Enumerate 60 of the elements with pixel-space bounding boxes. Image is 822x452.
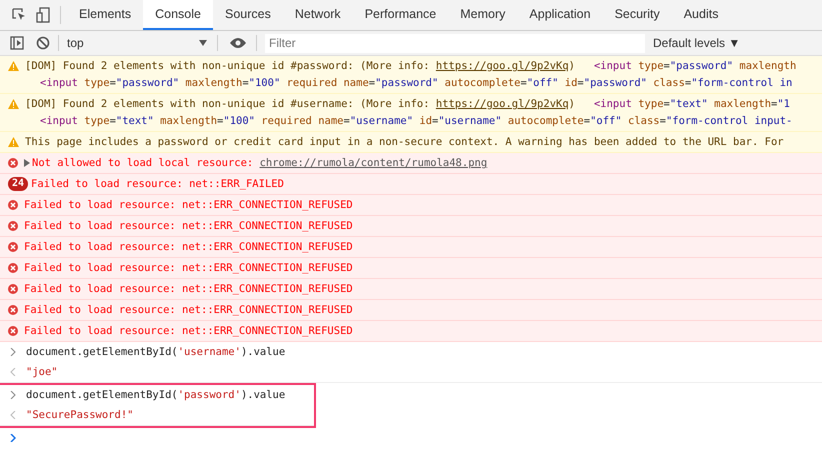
warning-icon <box>8 99 19 109</box>
error-icon <box>8 305 18 315</box>
code-snippet: <input type="password" maxlength="100" required name="password" autocomplete="off" id="password" class="form-control in <box>40 77 792 89</box>
resource-link[interactable]: https://goo.gl/9p2vKq <box>436 94 569 114</box>
code-snippet: <input type="password" maxlength <box>594 59 796 74</box>
console-prompt-icon[interactable] <box>10 434 16 442</box>
error-message: Failed to load resource: net::ERR_CONNECTION_REFUSED <box>24 303 353 318</box>
warning-message: This page includes a password or credit card input in a non-secure context. A warning has been added to the URL bar. For <box>25 135 784 150</box>
sidebar-toggle-icon[interactable] <box>10 36 24 50</box>
error-message: Failed to load resource: net::ERR_FAILED <box>31 177 284 192</box>
clear-console-icon[interactable] <box>36 36 50 50</box>
eye-icon[interactable] <box>230 38 246 48</box>
error-message: Failed to load resource: net::ERR_CONNECTION_REFUSED <box>24 219 353 234</box>
filter-field[interactable]: Filter <box>265 34 645 52</box>
panel-tab[interactable]: Security <box>602 0 672 30</box>
resource-link[interactable]: https://goo.gl/9p2vKq <box>436 56 569 76</box>
error-icon <box>8 284 18 294</box>
code-snippet: <input type="text" maxlength="100" required name="username" id="username" autocomplete="off" class="form-control input- <box>40 115 792 127</box>
error-icon <box>8 326 18 336</box>
panel-tab[interactable]: Application <box>517 0 603 30</box>
warning-message: ) <box>568 59 576 74</box>
error-icon <box>8 263 18 273</box>
panel-tab[interactable]: Network <box>282 0 353 30</box>
panel-tab[interactable]: Memory <box>448 0 518 30</box>
error-icon <box>8 242 18 252</box>
code-snippet: "joe" <box>26 365 58 380</box>
repeat-count-badge: 24 <box>8 177 28 191</box>
context-label: top <box>67 35 84 52</box>
panel-tab[interactable]: Sources <box>212 0 283 30</box>
warning-icon <box>8 137 19 147</box>
context-dropdown[interactable]: top <box>67 34 211 52</box>
code-snippet: document.getElementById('password').value <box>26 388 286 403</box>
warning-message: [DOM] Found 2 elements with non-unique id #username: (More info: <box>25 97 431 112</box>
panel-tab[interactable]: Elements <box>67 0 144 30</box>
error-icon <box>8 158 18 168</box>
device-icon[interactable] <box>36 7 50 23</box>
error-message: Failed to load resource: net::ERR_CONNECTION_REFUSED <box>24 198 353 213</box>
error-message: Failed to load resource: net::ERR_CONNECTION_REFUSED <box>24 282 353 297</box>
inspect-icon[interactable] <box>12 8 26 22</box>
input-prompt-icon <box>10 391 16 399</box>
code-snippet: "SecurePassword!" <box>26 408 134 423</box>
resource-link[interactable]: chrome://rumola/content/rumola48.png <box>260 153 488 173</box>
error-message: Failed to load resource: net::ERR_CONNECTION_REFUSED <box>24 240 353 255</box>
warning-icon <box>8 61 19 71</box>
warning-message: ) <box>568 97 576 112</box>
code-snippet: <input type="text" maxlength="1 <box>594 97 790 112</box>
error-icon <box>8 221 18 231</box>
panel-tab[interactable]: Console <box>143 0 213 30</box>
code-snippet: document.getElementById('username').value <box>26 345 286 360</box>
error-message: Not allowed to load local resource: <box>32 156 254 171</box>
error-message: Failed to load resource: net::ERR_CONNECTION_REFUSED <box>24 261 353 276</box>
caret-icon <box>199 40 207 46</box>
error-message: Failed to load resource: net::ERR_CONNECTION_REFUSED <box>24 324 353 339</box>
warning-message: [DOM] Found 2 elements with non-unique id #password: (More info: <box>25 59 431 74</box>
levels-dropdown[interactable]: Default levels ▼ <box>653 34 740 52</box>
input-prompt-icon <box>10 348 16 356</box>
panel-tab[interactable]: Performance <box>352 0 448 30</box>
expand-triangle-icon[interactable] <box>24 159 30 167</box>
panel-tab[interactable]: Audits <box>672 0 730 30</box>
error-icon <box>8 200 18 210</box>
